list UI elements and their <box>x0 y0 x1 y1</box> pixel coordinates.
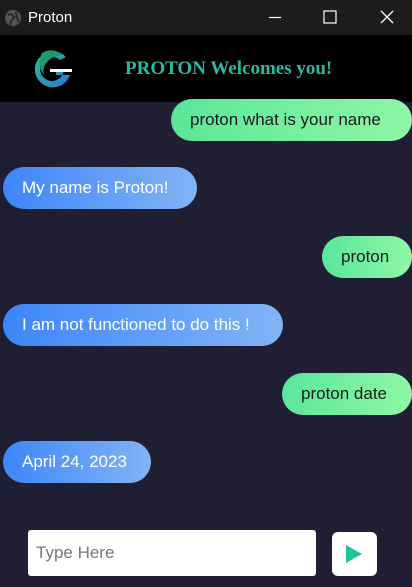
minimize-icon <box>269 16 281 19</box>
window-title: Proton <box>28 9 73 26</box>
maximize-icon <box>323 10 337 24</box>
app-header: PROTON Welcomes you! <box>0 35 412 102</box>
message-input[interactable] <box>28 530 316 576</box>
minimize-button[interactable] <box>252 0 298 35</box>
user-message: proton <box>322 236 412 278</box>
close-icon <box>380 10 394 24</box>
globe-icon <box>4 9 22 27</box>
user-message: proton date <box>282 373 412 415</box>
bot-message: April 24, 2023 <box>3 441 151 483</box>
close-button[interactable] <box>364 0 410 35</box>
title-bar: Proton <box>0 0 412 35</box>
bot-message: My name is Proton! <box>3 167 197 209</box>
proton-logo <box>30 49 76 89</box>
send-button[interactable] <box>332 532 377 576</box>
user-message: proton what is your name <box>171 99 412 141</box>
play-send-icon <box>346 545 362 563</box>
bot-message: I am not functioned to do this ! <box>3 304 283 346</box>
header-title: PROTON Welcomes you! <box>125 58 333 79</box>
maximize-button[interactable] <box>307 0 353 35</box>
